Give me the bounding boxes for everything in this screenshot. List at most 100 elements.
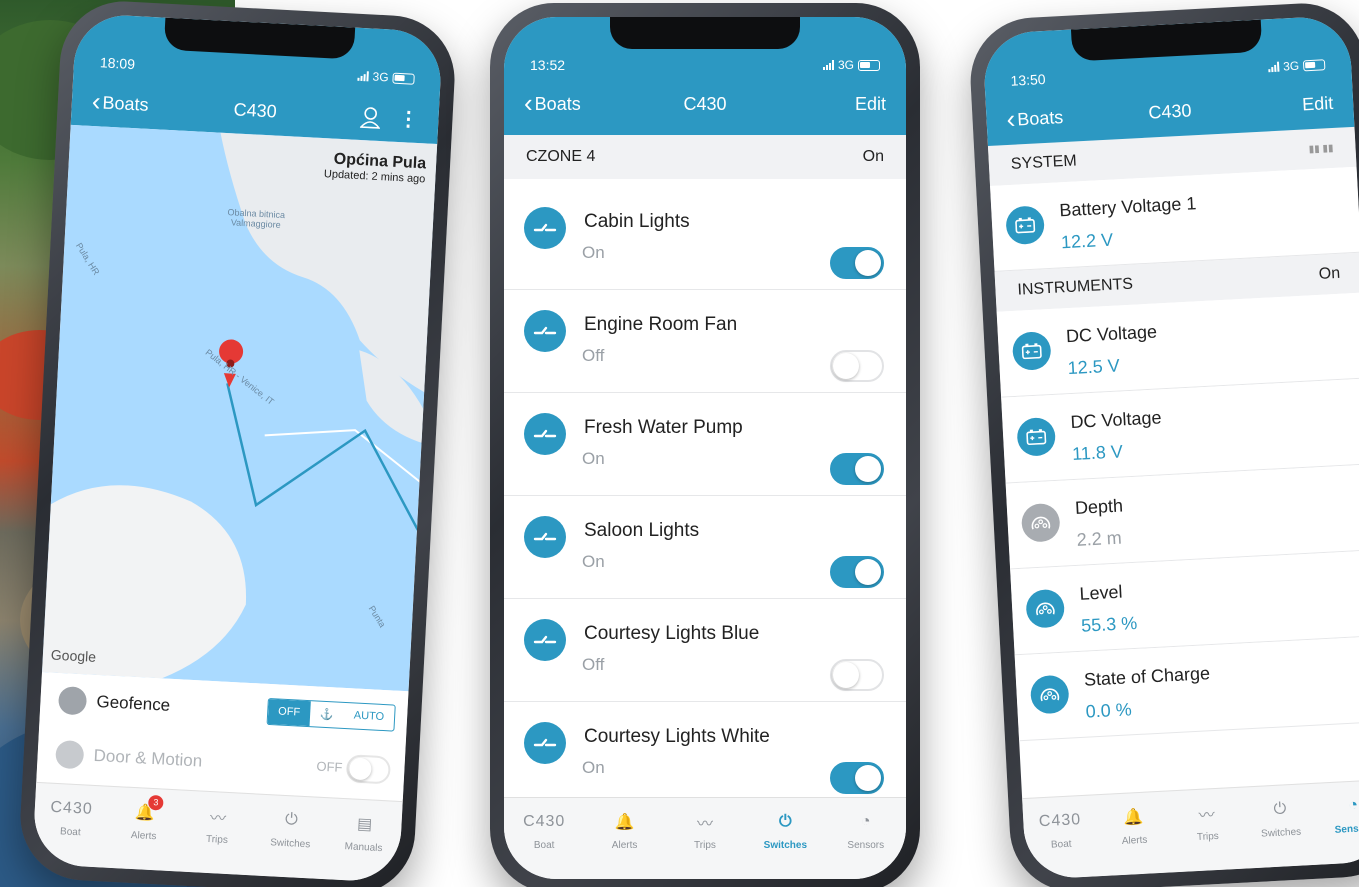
edit-button[interactable]: Edit xyxy=(855,94,886,115)
instrument-list: DC Voltage 12.5 V DC Voltage 11.8 V Depth 2.2… xyxy=(996,292,1359,742)
lock-icon xyxy=(55,739,85,770)
switch-toggle[interactable] xyxy=(830,453,884,485)
geofence-auto-option[interactable]: AUTO xyxy=(343,703,395,731)
tab-trips[interactable]: 〰 Trips xyxy=(670,808,740,879)
tab-switches[interactable]: ⏻ Switches xyxy=(254,805,328,880)
switch-state: Off xyxy=(582,346,605,365)
tab-boat[interactable]: C430 Boat xyxy=(34,793,108,868)
switch-toggle[interactable] xyxy=(830,762,884,794)
battery-icon xyxy=(392,72,415,85)
tab-manuals[interactable]: ▤ Manuals xyxy=(327,808,401,883)
tab-label: Trips xyxy=(1196,830,1220,844)
switch-state: On xyxy=(582,552,605,571)
nav-row: ‹ Boats C430 Edit xyxy=(1006,92,1334,134)
tab-sensors[interactable]: ◔ Sensors xyxy=(831,808,901,879)
google-logo: Google xyxy=(50,646,97,665)
notch xyxy=(610,17,800,49)
switches-icon: ⏻ xyxy=(779,813,792,830)
tab-label: Switches xyxy=(269,837,311,851)
tab-alerts[interactable]: 🔔 Alerts xyxy=(1098,802,1172,877)
switch-icon xyxy=(524,619,566,661)
toggle-knob xyxy=(855,559,881,585)
door-motion-toggle[interactable] xyxy=(345,754,392,785)
switch-icon xyxy=(524,310,566,352)
switch-icon xyxy=(524,722,566,764)
tab-label: Switches xyxy=(763,840,808,851)
tab-label: Trips xyxy=(694,840,716,851)
signal-indicator-icons: ▮▮ ▮▮ xyxy=(1308,142,1334,155)
switch-icon xyxy=(524,207,566,249)
section-name: INSTRUMENTS xyxy=(1017,275,1134,299)
signal-indicator: 3G xyxy=(357,68,415,87)
switch-toggle[interactable] xyxy=(830,659,884,691)
sensor-value: 12.2 V xyxy=(1060,229,1114,253)
tab-trips[interactable]: 〰 Trips xyxy=(180,801,254,876)
tab-boat[interactable]: C430 Boat xyxy=(509,808,579,879)
sensor-value: 0.0 % xyxy=(1085,699,1133,722)
toggle-knob xyxy=(855,250,881,276)
network-type: 3G xyxy=(1282,58,1300,74)
edit-button[interactable]: Edit xyxy=(1302,93,1334,116)
signal-bars-icon xyxy=(822,60,834,70)
tab-label: Manuals xyxy=(344,841,383,855)
status-bar: 18:09 3G xyxy=(100,54,415,86)
toggle-knob xyxy=(855,765,881,791)
geofence-mode-selector: OFF ⚓ AUTO xyxy=(266,697,396,732)
anchor-icon[interactable]: ⚓ xyxy=(309,701,344,728)
tab-switches[interactable]: ⏻ Switches xyxy=(1244,794,1318,869)
battery-icon xyxy=(1011,331,1052,371)
switch-row: Saloon Lights On xyxy=(504,496,906,599)
tab-switches[interactable]: ⏻ Switches xyxy=(750,808,820,879)
sensor-value: 11.8 V xyxy=(1071,441,1124,465)
page-title: C430 xyxy=(1147,100,1192,123)
tab-alerts[interactable]: 🔔 3 Alerts xyxy=(107,794,181,872)
switch-state: Off xyxy=(582,655,605,674)
more-icon[interactable]: ⋮ xyxy=(398,106,419,132)
signal-bars-icon xyxy=(357,71,369,82)
sensor-name: Battery Voltage 1 xyxy=(1058,193,1197,221)
switches-screen: 13:52 3G ‹ Boats C430 Edit CZONE 4 On Ca… xyxy=(504,17,906,879)
map-screen: 18:09 3G ‹ Boats C430 ⋮ Općina Pula Upda… xyxy=(31,12,444,884)
tab-trips[interactable]: 〰 Trips xyxy=(1171,798,1245,873)
map-view[interactable]: Općina Pula Updated: 2 mins ago Obalna b… xyxy=(42,124,438,692)
tab-label: Alerts xyxy=(1121,834,1148,847)
tab-label: Boat xyxy=(59,826,81,839)
boat-name-icon: C430 xyxy=(523,813,566,830)
switch-icon xyxy=(524,516,566,558)
tab-sensors[interactable]: ◔ Sensors xyxy=(1318,790,1359,865)
user-icon[interactable] xyxy=(359,105,381,129)
sensor-row[interactable]: State of Charge 0.0 % xyxy=(1014,636,1359,742)
trips-icon: 〰 xyxy=(209,810,227,828)
status-bar: 13:52 3G xyxy=(530,57,880,73)
section-name: SYSTEM xyxy=(1010,152,1078,173)
switch-toggle[interactable] xyxy=(830,556,884,588)
back-button[interactable]: ‹ Boats xyxy=(1006,104,1064,134)
back-label: Boats xyxy=(1016,107,1064,130)
geofence-label: Geofence xyxy=(96,691,171,715)
switch-toggle[interactable] xyxy=(830,350,884,382)
switches-icon: ⏻ xyxy=(1273,800,1287,818)
back-button[interactable]: ‹ Boats xyxy=(91,85,149,117)
bell-icon: 🔔 3 xyxy=(134,794,164,827)
nav-row: ‹ Boats C430 ⋮ xyxy=(91,85,419,132)
geofence-icon xyxy=(57,685,88,716)
status-time: 13:50 xyxy=(1010,70,1046,89)
sensor-name: DC Voltage xyxy=(1069,407,1162,433)
back-button[interactable]: ‹ Boats xyxy=(524,90,581,116)
tab-boat[interactable]: C430 Boat xyxy=(1024,805,1098,880)
switch-row: Courtesy Lights White On xyxy=(504,702,906,805)
tab-alerts[interactable]: 🔔 Alerts xyxy=(590,808,660,879)
switch-name: Fresh Water Pump xyxy=(584,417,743,438)
back-label: Boats xyxy=(534,94,581,114)
boat-name-icon: C430 xyxy=(1038,811,1082,831)
bell-icon: 🔔 xyxy=(1122,808,1144,827)
gauge-icon: ◔ xyxy=(860,813,871,830)
status-bar: 13:50 3G xyxy=(1010,56,1326,89)
toggle-knob xyxy=(833,353,859,379)
chevron-left-icon: ‹ xyxy=(91,85,102,117)
marketing-stage: 18:09 3G ‹ Boats C430 ⋮ Općina Pula Upda… xyxy=(0,0,1359,887)
switch-row: Courtesy Lights Blue Off xyxy=(504,599,906,702)
switch-toggle[interactable] xyxy=(830,247,884,279)
switch-list: Cabin Lights On Engine Room Fan Off Fresh Wa… xyxy=(504,187,906,805)
geofence-off-option[interactable]: OFF xyxy=(267,698,311,727)
